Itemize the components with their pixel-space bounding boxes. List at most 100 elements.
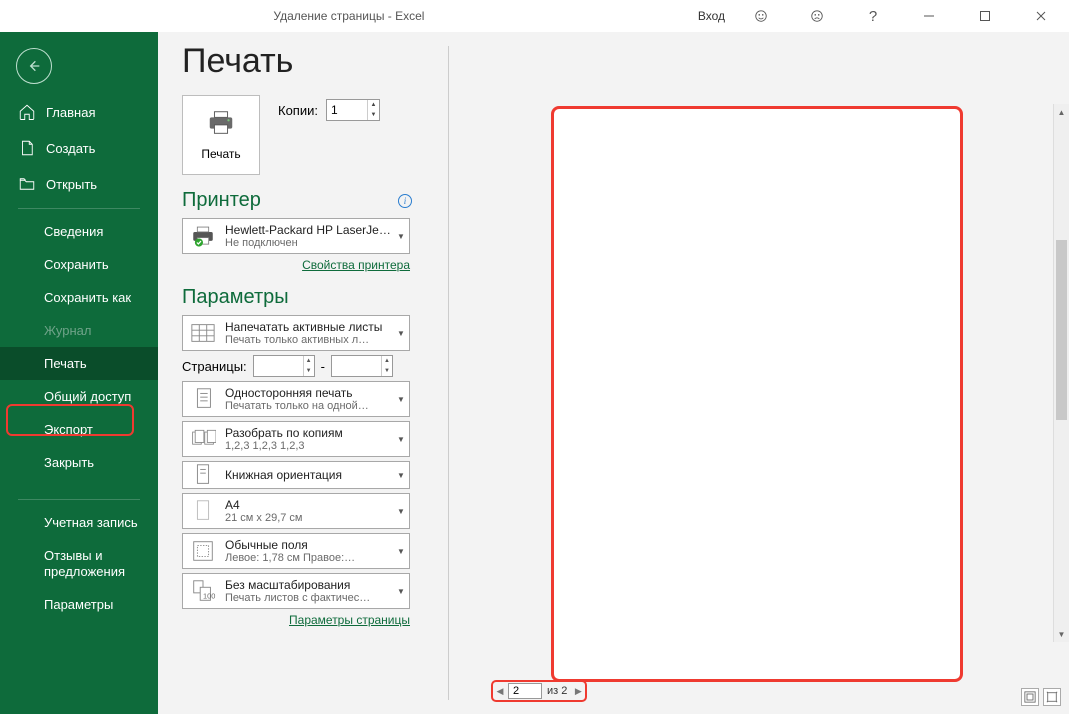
prev-page-button[interactable]: ◀ — [493, 682, 507, 700]
chevron-down-icon: ▼ — [393, 494, 409, 528]
new-icon — [18, 139, 36, 157]
chevron-down-icon: ▼ — [393, 462, 409, 488]
nav-label: Создать — [46, 141, 95, 156]
printer-device-icon — [183, 219, 223, 253]
orientation-dropdown[interactable]: Книжная ориентация ▼ — [182, 461, 410, 489]
show-margins-button[interactable] — [1021, 688, 1039, 706]
print-button[interactable]: Печать — [182, 95, 260, 175]
printer-dropdown[interactable]: Hewlett-Packard HP LaserJe…Не подключен … — [182, 218, 410, 254]
close-button[interactable] — [1021, 2, 1061, 30]
pages-sep: - — [321, 359, 325, 374]
help-icon[interactable]: ? — [853, 2, 893, 30]
pages-to-input[interactable] — [332, 356, 381, 376]
scaling-dropdown[interactable]: 100 Без масштабированияПечать листов с ф… — [182, 573, 410, 609]
collate-icon — [183, 422, 223, 456]
single-side-icon — [183, 382, 223, 416]
scale-icon: 100 — [183, 574, 223, 608]
back-button[interactable] — [16, 48, 52, 84]
nav-label: Печать — [44, 356, 87, 371]
frown-icon[interactable] — [797, 2, 837, 30]
nav-save[interactable]: Сохранить — [0, 248, 158, 281]
page-preview — [551, 106, 963, 682]
info-icon[interactable]: i — [398, 194, 412, 208]
copies-spinner[interactable]: ▲▼ — [326, 99, 380, 121]
nav-history: Журнал — [0, 314, 158, 347]
nav-info[interactable]: Сведения — [0, 215, 158, 248]
home-icon — [18, 103, 36, 121]
nav-close[interactable]: Закрыть — [0, 446, 158, 479]
printer-properties-link[interactable]: Свойства принтера — [182, 258, 410, 272]
pages-from-spinner[interactable]: ▲▼ — [253, 355, 315, 377]
nav-label: Закрыть — [44, 455, 94, 470]
pages-label: Страницы: — [182, 359, 247, 374]
chevron-down-icon: ▼ — [393, 574, 409, 608]
paper-icon — [183, 494, 223, 528]
svg-text:100: 100 — [203, 591, 215, 600]
scroll-down[interactable]: ▼ — [1054, 626, 1069, 642]
pages-from-input[interactable] — [254, 356, 303, 376]
printer-section-heading: Принтерi — [182, 189, 448, 212]
printer-name: Hewlett-Packard HP LaserJe… — [225, 223, 391, 237]
margins-icon — [183, 534, 223, 568]
nav-account[interactable]: Учетная запись — [0, 506, 158, 539]
chevron-down-icon: ▼ — [393, 382, 409, 416]
sheets-icon — [183, 316, 223, 350]
copies-input[interactable] — [327, 100, 367, 120]
chevron-down-icon: ▼ — [393, 422, 409, 456]
print-settings-panel: Печать Печать Копии: ▲▼ Принтерi Hewlett… — [158, 32, 448, 714]
page-setup-link[interactable]: Параметры страницы — [182, 613, 410, 627]
nav-open[interactable]: Открыть — [0, 166, 158, 202]
collate-dropdown[interactable]: Разобрать по копиям1,2,3 1,2,3 1,2,3 ▼ — [182, 421, 410, 457]
preview-scrollbar[interactable]: ▲ ▼ — [1053, 104, 1069, 642]
login-link[interactable]: Вход — [698, 9, 725, 23]
chevron-down-icon: ▼ — [393, 316, 409, 350]
nav-saveas[interactable]: Сохранить как — [0, 281, 158, 314]
nav-feedback[interactable]: Отзывы и предложения — [0, 539, 158, 588]
margins-dropdown[interactable]: Обычные поляЛевое: 1,78 см Правое:… ▼ — [182, 533, 410, 569]
nav-label: Учетная запись — [44, 515, 138, 530]
nav-label: Сведения — [44, 224, 103, 239]
open-icon — [18, 175, 36, 193]
print-button-label: Печать — [201, 147, 240, 161]
backstage-sidebar: Главная Создать Открыть Сведения Сохрани… — [0, 32, 158, 714]
nav-label: Сохранить как — [44, 290, 131, 305]
spin-down[interactable]: ▼ — [368, 110, 379, 120]
print-what-dropdown[interactable]: Напечатать активные листыПечать только а… — [182, 315, 410, 351]
current-page-input[interactable] — [508, 683, 542, 699]
scroll-thumb[interactable] — [1056, 240, 1067, 420]
minimize-button[interactable] — [909, 2, 949, 30]
params-section-heading: Параметры — [182, 286, 448, 309]
nav-print[interactable]: Печать — [0, 347, 158, 380]
print-preview-pane: ◀ из 2 ▶ ▲ ▼ — [449, 32, 1069, 714]
chevron-down-icon: ▼ — [393, 219, 409, 253]
chevron-down-icon: ▼ — [393, 534, 409, 568]
nav-home[interactable]: Главная — [0, 94, 158, 130]
pages-to-spinner[interactable]: ▲▼ — [331, 355, 393, 377]
titlebar: Удаление страницы - Excel Вход ? — [0, 0, 1069, 32]
paper-size-dropdown[interactable]: A421 см x 29,7 см ▼ — [182, 493, 410, 529]
spin-up[interactable]: ▲ — [368, 100, 379, 110]
nav-label: Главная — [46, 105, 95, 120]
nav-label: Журнал — [44, 323, 91, 338]
nav-label: Сохранить — [44, 257, 109, 272]
nav-export[interactable]: Экспорт — [0, 413, 158, 446]
zoom-to-page-button[interactable] — [1043, 688, 1061, 706]
nav-label: Открыть — [46, 177, 97, 192]
scroll-up[interactable]: ▲ — [1054, 104, 1069, 120]
nav-options[interactable]: Параметры — [0, 588, 158, 621]
nav-label: Общий доступ — [44, 389, 131, 404]
printer-icon — [206, 109, 236, 137]
page-navigation: ◀ из 2 ▶ — [491, 680, 587, 702]
copies-label: Копии: — [278, 103, 318, 118]
nav-share[interactable]: Общий доступ — [0, 380, 158, 413]
smile-icon[interactable] — [741, 2, 781, 30]
maximize-button[interactable] — [965, 2, 1005, 30]
sides-dropdown[interactable]: Односторонняя печатьПечатать только на о… — [182, 381, 410, 417]
nav-label: Экспорт — [44, 422, 93, 437]
nav-create[interactable]: Создать — [0, 130, 158, 166]
page-count-label: из 2 — [543, 685, 571, 697]
next-page-button[interactable]: ▶ — [571, 682, 585, 700]
printer-status: Не подключен — [225, 237, 391, 249]
page-heading: Печать — [182, 42, 448, 81]
nav-label: Параметры — [44, 597, 113, 612]
